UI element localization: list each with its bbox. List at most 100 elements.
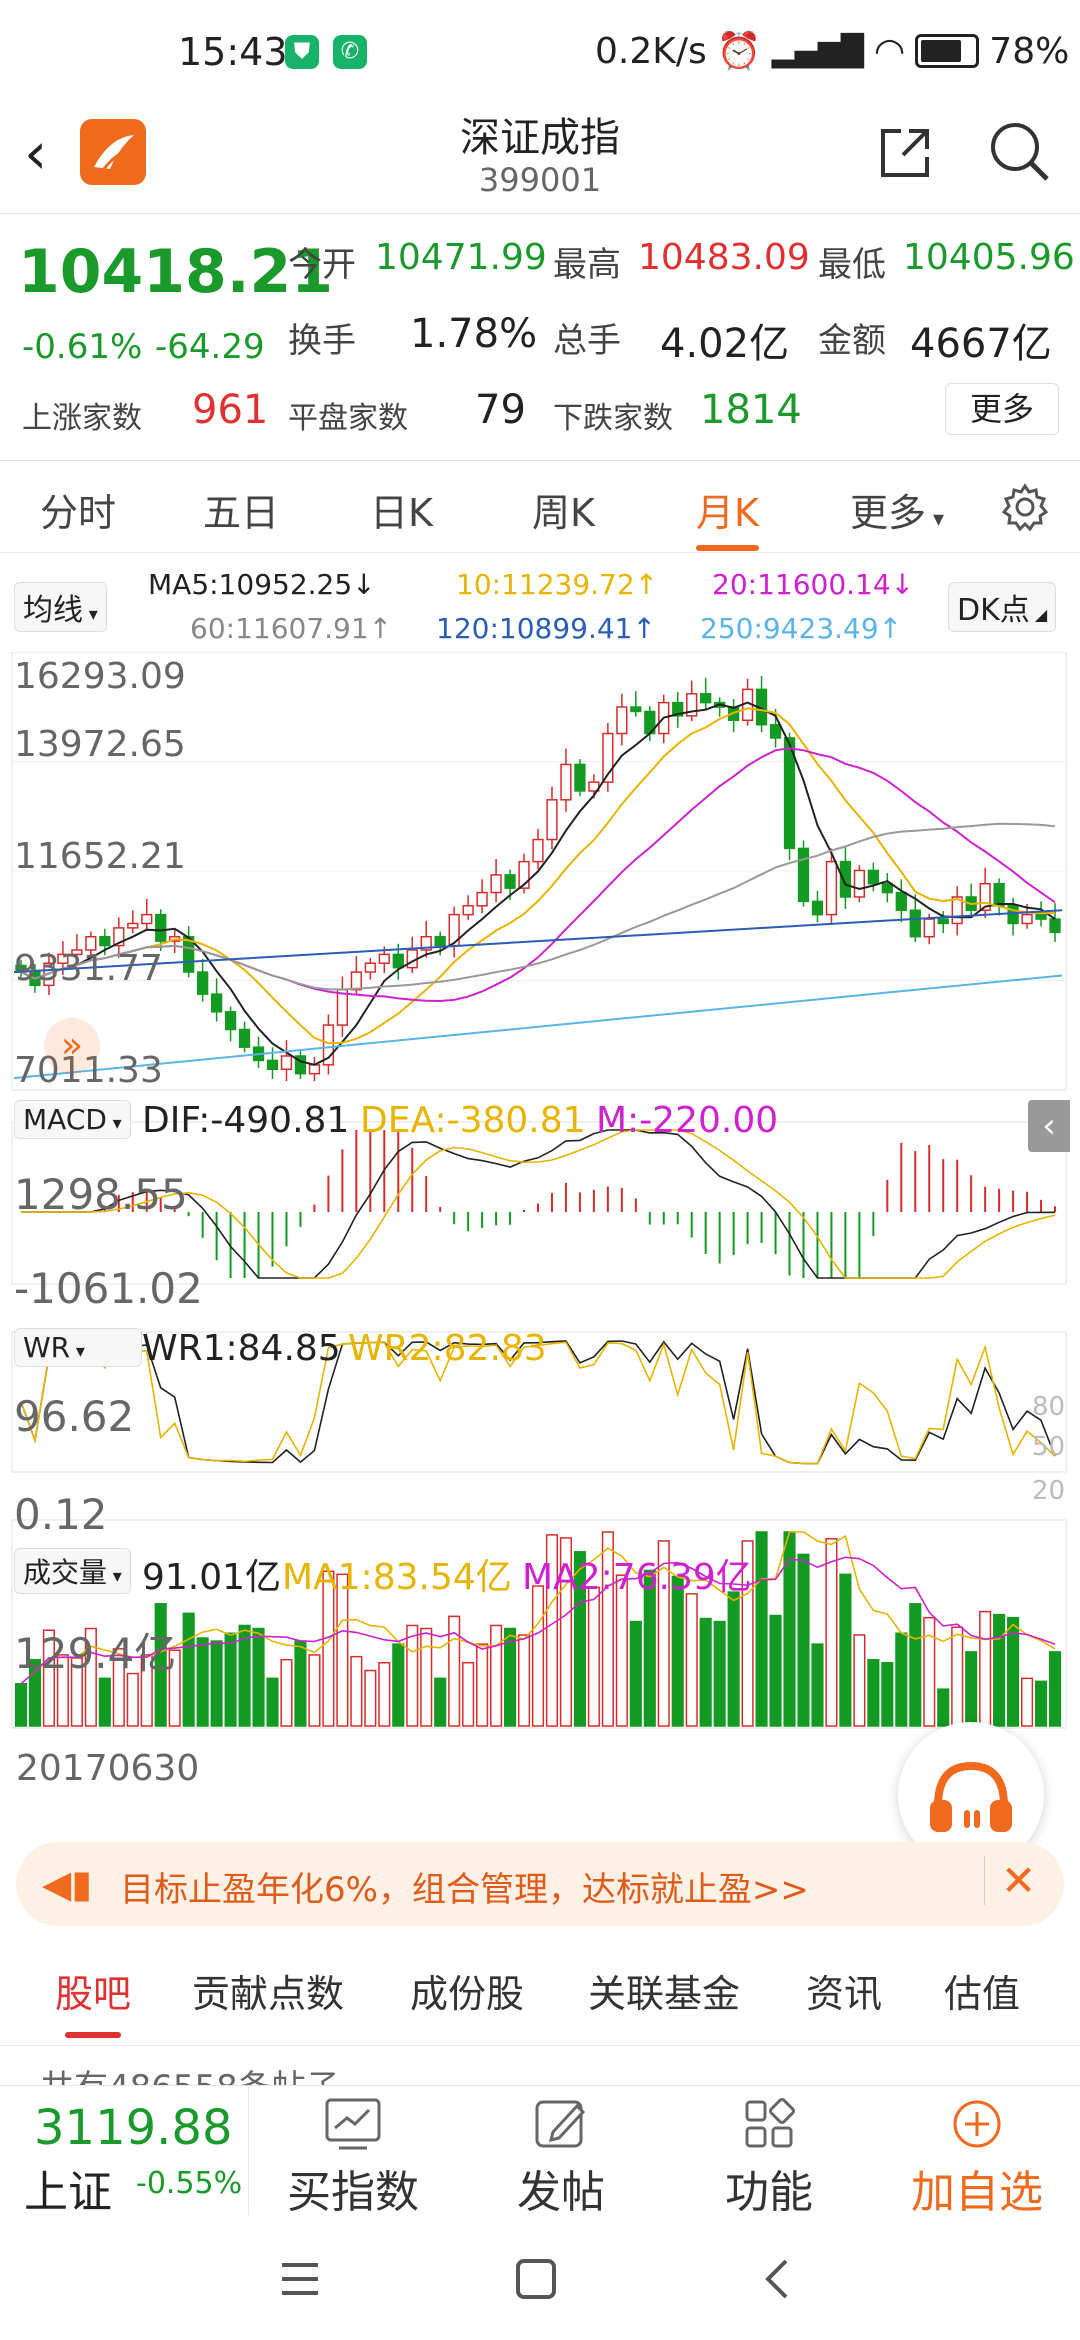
volume-bar bbox=[392, 1643, 405, 1727]
buy-index-button[interactable]: 买指数 bbox=[278, 2096, 428, 2220]
high-label: 最高 bbox=[553, 245, 621, 285]
post-button[interactable]: 发帖 bbox=[486, 2096, 636, 2220]
battery-icon bbox=[915, 34, 980, 68]
caret-down-icon: ▾ bbox=[926, 507, 945, 532]
current-price: 10418.21 bbox=[18, 237, 334, 307]
candle-body bbox=[532, 838, 544, 863]
candle-body bbox=[99, 935, 111, 947]
date-start-label: 20170630 bbox=[16, 1748, 200, 1789]
change-percent: -0.61% bbox=[22, 327, 143, 367]
settings-icon[interactable] bbox=[1000, 482, 1050, 532]
wr-selector[interactable]: WR ▾ bbox=[14, 1328, 142, 1367]
vol-selector[interactable]: 成交量 ▾ bbox=[14, 1548, 131, 1594]
volume-bar bbox=[993, 1613, 1006, 1727]
double-chevron-icon[interactable]: » bbox=[44, 1018, 100, 1074]
candle-body bbox=[490, 874, 502, 894]
up-count: 961 bbox=[192, 387, 269, 433]
high-value: 10483.09 bbox=[638, 237, 810, 278]
kline-chart-area[interactable]: 均线 ▾ MA5:10952.25↓ 10:11239.72↑ 20:11600… bbox=[0, 552, 1080, 1792]
dk-point-label: DK点 bbox=[957, 593, 1030, 628]
volume-bar bbox=[839, 1573, 852, 1727]
ma120-label: 120:10899.41↑ bbox=[436, 612, 656, 645]
quote-panel: 10418.21 -0.61% -64.29 今开 10471.99 最高 10… bbox=[0, 215, 1080, 461]
signal-icon: ▂▄▆█ bbox=[771, 33, 864, 69]
megaphone-icon: ◀▮ bbox=[42, 1862, 93, 1906]
tab-daily-k[interactable]: 日K bbox=[370, 482, 433, 537]
volume-bar bbox=[783, 1531, 796, 1727]
tab-five-day[interactable]: 五日 bbox=[203, 482, 279, 537]
alarm-icon: ⏰ bbox=[716, 31, 762, 72]
candle-body bbox=[881, 882, 893, 894]
candle-body bbox=[811, 900, 824, 916]
tab-forum[interactable]: 股吧 bbox=[55, 1963, 131, 2038]
share-icon[interactable] bbox=[875, 123, 935, 183]
tab-more[interactable]: 更多 ▾ bbox=[850, 482, 944, 537]
volume-bar bbox=[685, 1593, 698, 1727]
more-button[interactable]: 更多 bbox=[945, 383, 1059, 435]
candle-body bbox=[336, 988, 349, 1026]
tab-contribution[interactable]: 贡献点数 bbox=[192, 1963, 344, 2018]
home-icon[interactable] bbox=[514, 2257, 558, 2301]
battery-level: 78% bbox=[989, 30, 1070, 72]
tab-weekly-k[interactable]: 周K bbox=[532, 482, 595, 537]
amount-value: 4667亿 bbox=[910, 321, 1052, 367]
volume-bar bbox=[224, 1632, 237, 1727]
ma250-line bbox=[13, 974, 1063, 1080]
volume-bar bbox=[308, 1654, 321, 1727]
volume-bar bbox=[14, 1683, 28, 1727]
volume-bar bbox=[923, 1616, 936, 1727]
back-nav-icon[interactable] bbox=[758, 2257, 798, 2301]
candle-body bbox=[1035, 913, 1047, 920]
volume-bar bbox=[182, 1612, 195, 1727]
banner-text: 目标止盈年化6%，组合管理，达标就止盈>> bbox=[120, 1870, 809, 1910]
candle-body bbox=[350, 971, 362, 991]
volume-bar bbox=[909, 1603, 922, 1727]
ma20-label: 20:11600.14↓ bbox=[712, 568, 915, 601]
down-count-label: 下跌家数 bbox=[553, 401, 673, 436]
function-label: 功能 bbox=[725, 2167, 813, 2218]
volume-bar bbox=[629, 1620, 642, 1727]
tab-related-funds[interactable]: 关联基金 bbox=[588, 1963, 740, 2018]
plus-circle-icon bbox=[953, 2100, 1001, 2148]
macd-selector[interactable]: MACD ▾ bbox=[14, 1100, 131, 1139]
tab-constituents[interactable]: 成份股 bbox=[410, 1963, 524, 2018]
ma-selector[interactable]: 均线 ▾ bbox=[14, 582, 107, 632]
open-value: 10471.99 bbox=[375, 237, 547, 278]
candle-body bbox=[937, 918, 949, 925]
close-icon[interactable]: ✕ bbox=[984, 1856, 1036, 1905]
dk-point-button[interactable]: DK点 ◢ bbox=[948, 582, 1057, 632]
search-icon[interactable] bbox=[985, 117, 1055, 187]
tab-valuation[interactable]: 估值 bbox=[944, 1963, 1020, 2018]
volume-bar bbox=[825, 1538, 838, 1727]
wr-line-50: 50 bbox=[1032, 1432, 1066, 1462]
volume-bar bbox=[755, 1531, 768, 1727]
sh-index-quote[interactable]: 3119.88 上证 -0.55% bbox=[0, 2086, 249, 2218]
candle-body bbox=[1049, 918, 1061, 934]
macd-m: M:-220.00 bbox=[596, 1100, 779, 1141]
candle-body bbox=[504, 874, 516, 889]
volume-bar bbox=[490, 1624, 503, 1727]
chevron-left-icon[interactable]: ‹ bbox=[1028, 1100, 1070, 1152]
volume-bar bbox=[1021, 1677, 1034, 1727]
promo-banner[interactable]: ◀▮ 目标止盈年化6%，组合管理，达标就止盈>> ✕ bbox=[16, 1842, 1064, 1926]
candle-body bbox=[224, 1011, 237, 1031]
tab-news[interactable]: 资讯 bbox=[806, 1963, 882, 2018]
add-watchlist-button[interactable]: 加自选 bbox=[902, 2096, 1052, 2220]
candle-body bbox=[364, 962, 376, 973]
candle-body bbox=[155, 913, 167, 942]
flat-count-label: 平盘家数 bbox=[288, 401, 408, 436]
volume-bar bbox=[713, 1620, 726, 1727]
tab-intraday[interactable]: 分时 bbox=[40, 482, 116, 537]
macd-dea: DEA:-380.81 bbox=[360, 1100, 586, 1141]
volume-bar bbox=[406, 1624, 419, 1727]
volume-bar bbox=[811, 1643, 824, 1727]
tab-monthly-k[interactable]: 月K bbox=[696, 482, 759, 551]
open-label: 今开 bbox=[288, 245, 356, 285]
volume-bar bbox=[280, 1658, 293, 1727]
candle-body bbox=[825, 860, 838, 916]
volume-bar bbox=[853, 1634, 866, 1727]
function-button[interactable]: 功能 bbox=[694, 2096, 844, 2220]
menu-icon[interactable] bbox=[278, 2259, 322, 2299]
volume-bar bbox=[294, 1640, 307, 1727]
candle-body bbox=[476, 891, 488, 907]
